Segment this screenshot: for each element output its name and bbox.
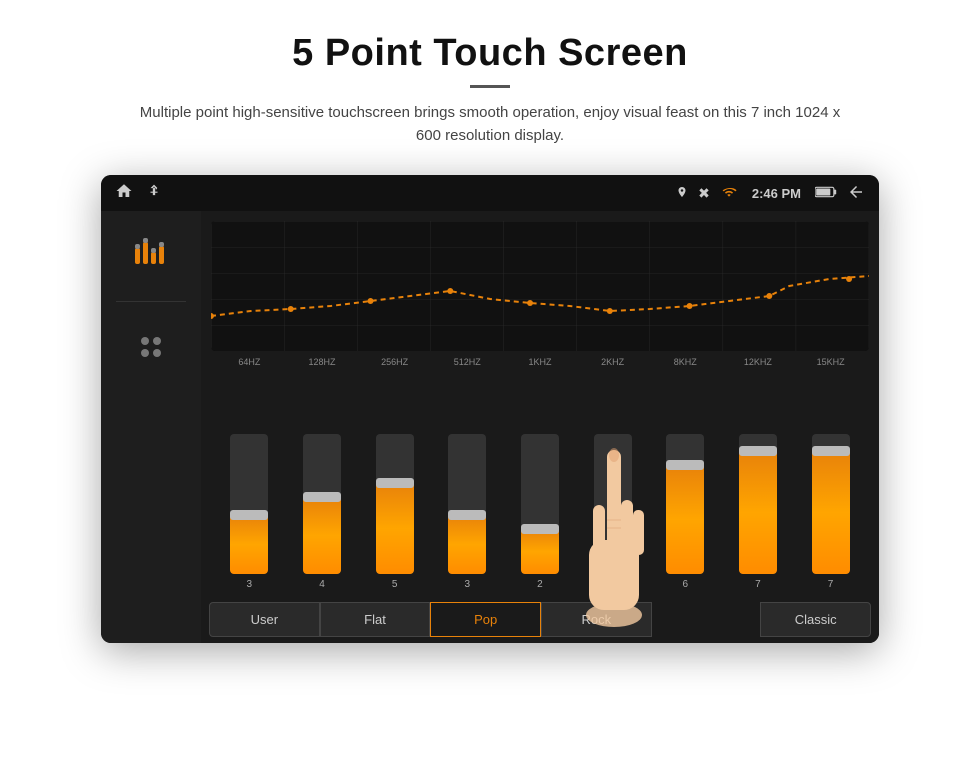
freq-label: 15KHZ: [801, 357, 861, 367]
slider-track[interactable]: [521, 434, 559, 574]
slider-value: 4: [319, 579, 325, 590]
wifi-icon: [720, 185, 738, 202]
slider-container[interactable]: 5: [376, 434, 414, 590]
slider-track[interactable]: [594, 434, 632, 574]
eq-panel: 64HZ 128HZ 256HZ 512HZ 1KHZ 2KHZ 8KHZ 12KHZ 15KH…: [201, 211, 879, 643]
slider-track[interactable]: [666, 434, 704, 574]
preset-spacer: [652, 602, 761, 637]
slider-container[interactable]: 2: [521, 434, 559, 590]
eq-curve-svg: [211, 221, 869, 351]
slider-value: 6: [682, 579, 688, 590]
sliders-row: 3 4 5 3 2 1 6 7 7: [211, 369, 869, 590]
freq-label: 512HZ: [437, 357, 497, 367]
dot-3: [141, 349, 149, 357]
slider-value: 3: [465, 579, 471, 590]
freq-label: 1KHZ: [510, 357, 570, 367]
slider-fill: [812, 451, 850, 574]
freq-label: 2KHZ: [583, 357, 643, 367]
slider-fill: [230, 515, 268, 574]
bluetooth-icon: ✖: [698, 185, 710, 202]
slider-knob[interactable]: [376, 478, 414, 488]
slider-track[interactable]: [448, 434, 486, 574]
slider-value: 2: [537, 579, 543, 590]
page-title: 5 Point Touch Screen: [130, 32, 850, 75]
usb-icon: [147, 182, 161, 204]
status-bar: ✖ 2:46 PM: [101, 175, 879, 211]
dots-grid: [141, 337, 161, 357]
eq-sliders-area: 64HZ 128HZ 256HZ 512HZ 1KHZ 2KHZ 8KHZ 12KHZ 15KH…: [201, 351, 879, 596]
slider-container[interactable]: 3: [230, 434, 268, 590]
slider-knob[interactable]: [666, 460, 704, 470]
slider-track[interactable]: [739, 434, 777, 574]
dots-sidebar-icon[interactable]: [126, 322, 176, 372]
preset-button-rock[interactable]: Rock: [541, 602, 652, 637]
slider-knob[interactable]: [448, 510, 486, 520]
freq-labels: 64HZ 128HZ 256HZ 512HZ 1KHZ 2KHZ 8KHZ 12KHZ 15KH…: [211, 357, 869, 367]
home-icon: [115, 182, 133, 204]
slider-container[interactable]: 7: [812, 434, 850, 590]
slider-container[interactable]: 1: [594, 434, 632, 590]
slider-knob[interactable]: [230, 510, 268, 520]
slider-track[interactable]: [376, 434, 414, 574]
page-subtitle: Multiple point high-sensitive touchscree…: [130, 102, 850, 147]
freq-label: 128HZ: [292, 357, 352, 367]
main-content: 64HZ 128HZ 256HZ 512HZ 1KHZ 2KHZ 8KHZ 12KHZ 15KH…: [101, 211, 879, 643]
slider-container[interactable]: 3: [448, 434, 486, 590]
slider-knob[interactable]: [594, 544, 632, 554]
device-frame: ✖ 2:46 PM: [101, 175, 879, 643]
title-divider: [470, 85, 510, 88]
slider-value: 7: [828, 579, 834, 590]
eq-graph: [211, 221, 869, 351]
slider-knob[interactable]: [812, 446, 850, 456]
slider-value: 7: [755, 579, 761, 590]
slider-fill: [521, 529, 559, 574]
sidebar: [101, 211, 201, 643]
dot-2: [153, 337, 161, 345]
slider-container[interactable]: 7: [739, 434, 777, 590]
freq-label: 8KHZ: [655, 357, 715, 367]
slider-knob[interactable]: [521, 524, 559, 534]
dot-4: [153, 349, 161, 357]
slider-fill: [448, 515, 486, 574]
page-header: 5 Point Touch Screen Multiple point high…: [130, 32, 850, 147]
slider-value: 3: [247, 579, 253, 590]
status-time: 2:46 PM: [752, 186, 801, 201]
back-icon: [847, 183, 865, 204]
sidebar-divider: [116, 301, 186, 302]
slider-track[interactable]: [230, 434, 268, 574]
slider-fill: [376, 483, 414, 574]
preset-buttons: UserFlatPopRock Classic: [201, 596, 879, 643]
status-left-icons: [115, 182, 161, 204]
status-right-icons: ✖ 2:46 PM: [676, 183, 865, 204]
freq-label: 64HZ: [219, 357, 279, 367]
preset-button-classic[interactable]: Classic: [760, 602, 871, 637]
slider-value: 1: [610, 579, 616, 590]
slider-fill: [303, 497, 341, 574]
slider-knob[interactable]: [739, 446, 777, 456]
preset-button-user[interactable]: User: [209, 602, 320, 637]
eq-sidebar-icon[interactable]: [126, 231, 176, 281]
slider-fill: [666, 465, 704, 574]
slider-container[interactable]: 4: [303, 434, 341, 590]
dot-1: [141, 337, 149, 345]
slider-fill: [739, 451, 777, 574]
freq-label: 256HZ: [365, 357, 425, 367]
slider-container[interactable]: 6: [666, 434, 704, 590]
freq-label: 12KHZ: [728, 357, 788, 367]
slider-track[interactable]: [812, 434, 850, 574]
location-icon: [676, 184, 688, 203]
slider-knob[interactable]: [303, 492, 341, 502]
battery-icon: [815, 185, 837, 202]
preset-button-flat[interactable]: Flat: [320, 602, 431, 637]
slider-track[interactable]: [303, 434, 341, 574]
slider-value: 5: [392, 579, 398, 590]
preset-button-pop[interactable]: Pop: [430, 602, 541, 637]
